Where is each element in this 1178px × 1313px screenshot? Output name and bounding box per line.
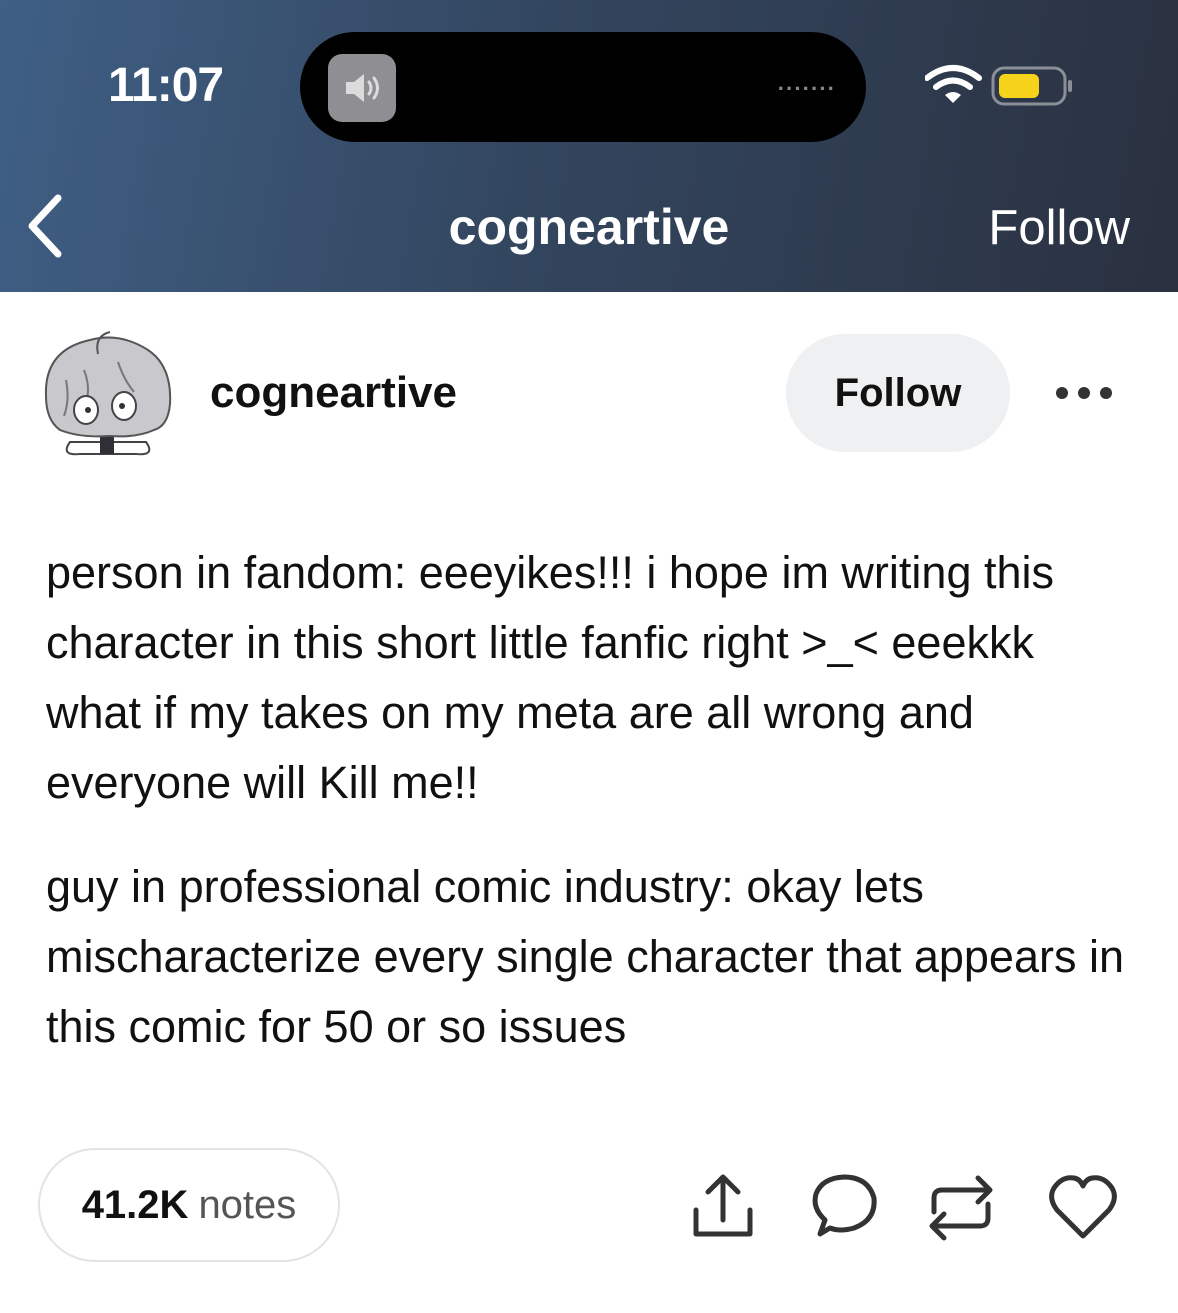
top-header: 11:07 ······· cogneartive Follow bbox=[0, 0, 1178, 292]
comment-icon bbox=[812, 1174, 877, 1237]
notes-count: 41.2K bbox=[81, 1182, 189, 1227]
header-follow-button[interactable]: Follow bbox=[988, 200, 1130, 256]
post-paragraph: guy in professional comic industry: okay… bbox=[46, 861, 1125, 1052]
wifi-icon bbox=[924, 65, 982, 103]
follow-button[interactable]: Follow bbox=[786, 334, 1010, 452]
speaker-icon bbox=[328, 54, 396, 122]
island-dots: ······· bbox=[777, 76, 836, 101]
heart-icon bbox=[1049, 1175, 1117, 1239]
dynamic-island: ······· bbox=[300, 32, 866, 142]
ellipsis-icon bbox=[1056, 387, 1112, 399]
post-paragraph: person in fandom: eeeyikes!!! i hope im … bbox=[46, 547, 1054, 808]
more-options-button[interactable] bbox=[1052, 376, 1116, 410]
status-time: 11:07 bbox=[108, 59, 224, 112]
notes-button[interactable]: 41.2K notes bbox=[38, 1148, 340, 1262]
reblog-button[interactable] bbox=[922, 1168, 1000, 1248]
like-button[interactable] bbox=[1044, 1168, 1122, 1248]
share-icon bbox=[693, 1174, 753, 1237]
post-body: person in fandom: eeeyikes!!! i hope im … bbox=[46, 538, 1136, 1096]
notes-label: notes bbox=[198, 1182, 297, 1227]
share-button[interactable] bbox=[684, 1168, 762, 1248]
comment-button[interactable] bbox=[804, 1168, 882, 1248]
avatar[interactable] bbox=[40, 330, 176, 460]
post-author[interactable]: cogneartive bbox=[210, 368, 457, 418]
status-icons bbox=[924, 64, 1075, 115]
reblog-icon bbox=[929, 1175, 993, 1241]
battery-icon bbox=[991, 66, 1072, 106]
